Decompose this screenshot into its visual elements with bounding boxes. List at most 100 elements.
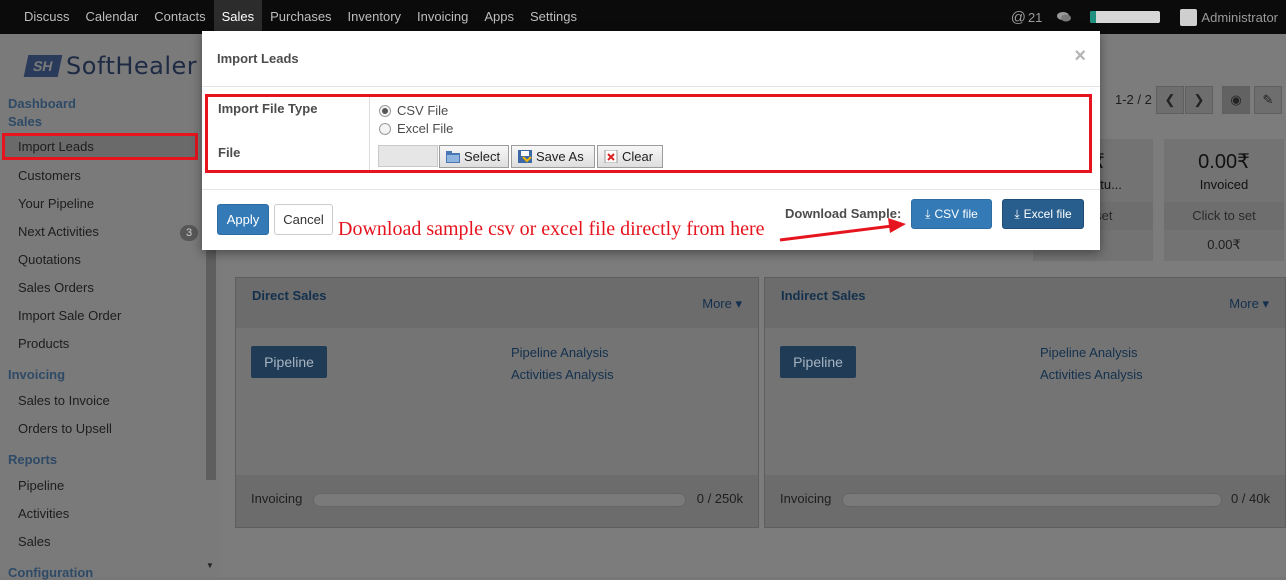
- chat-icon[interactable]: [1056, 11, 1072, 23]
- select-label: Select: [464, 149, 501, 164]
- section-reports[interactable]: Reports: [8, 452, 57, 467]
- sidebar-item-customers[interactable]: Customers: [18, 168, 81, 183]
- annotation-text: Download sample csv or excel file direct…: [338, 218, 765, 240]
- invoicing-progress: [842, 493, 1222, 507]
- activities-analysis-link[interactable]: Activities Analysis: [1040, 367, 1143, 382]
- scroll-down-icon[interactable]: ▼: [206, 561, 214, 570]
- sidebar-scrollbar[interactable]: [206, 214, 216, 480]
- save-as-button[interactable]: Save As: [511, 145, 595, 168]
- sidebar-item-report-pipeline[interactable]: Pipeline: [18, 478, 64, 493]
- team-card-header: [765, 278, 1285, 328]
- sidebar-item-report-activities[interactable]: Activities: [18, 506, 69, 521]
- sidebar-item-sales-to-invoice[interactable]: Sales to Invoice: [18, 393, 110, 408]
- cancel-button[interactable]: Cancel: [274, 204, 333, 235]
- kpi-value: 0.00₹: [1198, 151, 1250, 173]
- download-icon: ⤓: [925, 206, 931, 221]
- download-icon: ⤓: [1014, 206, 1020, 221]
- invoicing-value: 0 / 250k: [696, 491, 743, 506]
- menu-inventory[interactable]: Inventory: [340, 0, 409, 34]
- section-sales[interactable]: Sales: [8, 114, 42, 129]
- menu-sales[interactable]: Sales: [213, 0, 263, 34]
- pager-value: 1-2 / 2: [1115, 92, 1152, 107]
- save-icon: [518, 150, 532, 163]
- mentions-count: 21: [1027, 9, 1043, 25]
- kpi-label: Invoiced: [1199, 177, 1249, 192]
- section-dashboard[interactable]: Dashboard: [8, 96, 76, 111]
- download-csv-button[interactable]: ⤓ CSV file: [911, 199, 992, 229]
- sidebar: SH SoftHealer Dashboard Sales Import Lea…: [0, 34, 220, 580]
- pipeline-analysis-link[interactable]: Pipeline Analysis: [1040, 345, 1138, 360]
- section-configuration[interactable]: Configuration: [8, 565, 93, 580]
- sidebar-item-quotations[interactable]: Quotations: [18, 252, 81, 267]
- section-invoicing[interactable]: Invoicing: [8, 367, 65, 382]
- pipeline-button[interactable]: Pipeline: [780, 346, 856, 378]
- kpi-amount: 0.00₹: [1207, 237, 1241, 252]
- sidebar-item-orders-to-upsell[interactable]: Orders to Upsell: [18, 421, 112, 436]
- invoicing-progress: [313, 493, 686, 507]
- pager-prev-button[interactable]: ❮: [1156, 86, 1184, 114]
- progress-fill: [1090, 11, 1097, 23]
- activities-analysis-link[interactable]: Activities Analysis: [511, 367, 614, 382]
- csv-file-label: CSV file: [934, 207, 978, 221]
- invoicing-value: 0 / 40k: [1230, 491, 1270, 506]
- dialog-footer: Apply Cancel Download sample csv or exce…: [202, 189, 1100, 250]
- menu-calendar[interactable]: Calendar: [78, 0, 147, 34]
- menu-invoicing[interactable]: Invoicing: [409, 0, 476, 34]
- apply-button[interactable]: Apply: [217, 204, 269, 235]
- select-file-button[interactable]: Select: [439, 145, 509, 168]
- dashboard-view-button[interactable]: ◉: [1222, 86, 1250, 114]
- menu-settings[interactable]: Settings: [522, 0, 585, 34]
- sidebar-item-sales-orders[interactable]: Sales Orders: [18, 280, 94, 295]
- logo-mark-icon: SH: [23, 55, 63, 77]
- radio-excel-file[interactable]: Excel File: [379, 121, 453, 136]
- next-activities-badge: 3: [180, 225, 198, 241]
- menu-apps[interactable]: Apps: [476, 0, 522, 34]
- menu-discuss[interactable]: Discuss: [16, 0, 78, 34]
- edit-view-button[interactable]: ✎: [1254, 86, 1282, 114]
- menu-purchases[interactable]: Purchases: [262, 0, 339, 34]
- import-leads-dialog: Import Leads × Import File Type CSV File…: [202, 31, 1100, 250]
- sidebar-item-next-activities[interactable]: Next Activities: [18, 224, 99, 239]
- more-dropdown[interactable]: More ▾: [1229, 296, 1269, 312]
- menu-contacts[interactable]: Contacts: [146, 0, 213, 34]
- avatar[interactable]: [1180, 8, 1198, 26]
- main-menu: Discuss Calendar Contacts Sales Purchase…: [16, 0, 585, 34]
- invoicing-label: Invoicing: [251, 491, 303, 506]
- file-name-field[interactable]: [378, 145, 438, 167]
- edit-icon: ✎: [1262, 92, 1274, 107]
- sidebar-item-products[interactable]: Products: [18, 336, 69, 351]
- team-card-footer: Invoicing 0 / 40k: [765, 475, 1285, 527]
- logo: SH SoftHealer: [23, 52, 197, 80]
- close-icon[interactable]: ×: [1074, 45, 1086, 68]
- pipeline-button[interactable]: Pipeline: [251, 346, 327, 378]
- folder-icon: [446, 151, 460, 163]
- team-name[interactable]: Indirect Sales: [781, 288, 866, 303]
- sidebar-item-import-sale-order[interactable]: Import Sale Order: [18, 308, 121, 323]
- sidebar-item-import-leads[interactable]: Import Leads: [2, 133, 198, 160]
- clear-button[interactable]: Clear: [597, 145, 663, 168]
- more-dropdown[interactable]: More ▾: [702, 296, 742, 312]
- team-name[interactable]: Direct Sales: [252, 288, 326, 303]
- kpi-invoiced[interactable]: 0.00₹ Invoiced Click to set 0.00₹: [1164, 139, 1284, 261]
- clear-icon: [604, 150, 618, 163]
- user-name[interactable]: Administrator: [1201, 10, 1278, 25]
- radio-label: CSV File: [397, 103, 449, 118]
- radio-checked-icon[interactable]: [379, 104, 391, 117]
- dashboard-icon: ◉: [1230, 92, 1242, 107]
- download-sample-label: Download Sample:: [785, 206, 902, 221]
- sidebar-item-report-sales[interactable]: Sales: [18, 534, 51, 549]
- dialog-title: Import Leads: [217, 51, 299, 66]
- mentions[interactable]: @ 21: [1011, 9, 1043, 26]
- radio-csv-file[interactable]: CSV File: [379, 103, 448, 118]
- pipeline-analysis-link[interactable]: Pipeline Analysis: [511, 345, 609, 360]
- top-navbar: Discuss Calendar Contacts Sales Purchase…: [0, 0, 1286, 34]
- import-file-type-label: Import File Type: [218, 101, 318, 116]
- kpi-click-to-set[interactable]: Click to set: [1164, 202, 1284, 230]
- dialog-header: Import Leads ×: [202, 31, 1100, 87]
- radio-unchecked-icon[interactable]: [379, 122, 391, 135]
- pager-next-button[interactable]: ❯: [1185, 86, 1213, 114]
- form-separator: [369, 97, 370, 170]
- systray: @ 21 Administrator: [1011, 0, 1286, 34]
- download-excel-button[interactable]: ⤓ Excel file: [1002, 199, 1084, 229]
- sidebar-item-your-pipeline[interactable]: Your Pipeline: [18, 196, 94, 211]
